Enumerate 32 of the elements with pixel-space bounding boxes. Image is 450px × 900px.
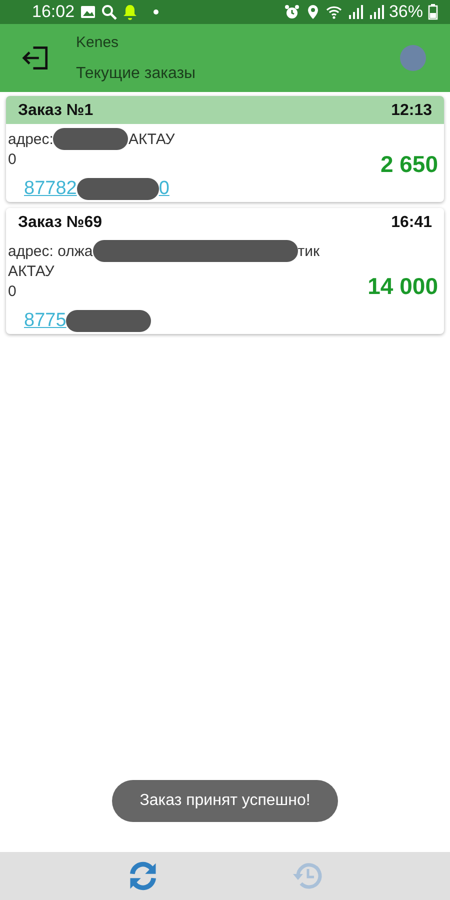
battery-percent: 36% bbox=[388, 2, 423, 22]
phone-link[interactable]: 0 bbox=[158, 178, 170, 200]
toast-message: Заказ принят успешно! bbox=[112, 780, 338, 822]
screen-title: Текущие заказы bbox=[76, 64, 197, 82]
battery-icon bbox=[428, 4, 438, 20]
order-amount: 14 000 bbox=[368, 272, 438, 300]
order-note: 0 bbox=[8, 150, 18, 170]
phone-link[interactable]: 87782 bbox=[24, 178, 77, 200]
wifi-icon bbox=[326, 4, 342, 20]
order-time: 12:13 bbox=[391, 102, 432, 120]
bell-icon bbox=[122, 4, 138, 20]
address-text: адрес: bbox=[8, 130, 54, 148]
dot-icon bbox=[152, 9, 159, 15]
order-title: Заказ №69 bbox=[18, 214, 102, 232]
image-icon bbox=[80, 4, 96, 20]
signal-icon bbox=[346, 4, 363, 20]
address-text: АКТАУ bbox=[8, 262, 56, 282]
phone-link[interactable]: 8775 bbox=[24, 310, 66, 332]
order-card[interactable]: Заказ №1 12:13 адрес: АКТАУ 0 87782 0 2 650 bbox=[6, 96, 444, 202]
address-text: АКТАУ bbox=[128, 130, 175, 148]
order-amount: 2 650 bbox=[380, 150, 438, 178]
status-time: 16:02 bbox=[32, 2, 75, 22]
order-card[interactable]: Заказ №69 16:41 адрес: олжа тик АКТАУ 0 8775 14 000 bbox=[6, 208, 444, 334]
search-icon bbox=[100, 4, 117, 20]
order-time: 16:41 bbox=[391, 214, 432, 232]
order-note: 0 bbox=[8, 282, 18, 302]
order-title: Заказ №1 bbox=[18, 102, 94, 120]
signal-icon bbox=[368, 4, 384, 20]
app-title: Kenes bbox=[76, 34, 120, 50]
address-text: адрес: олжа bbox=[8, 242, 93, 260]
address-text: тик bbox=[298, 242, 320, 260]
alarm-icon bbox=[284, 4, 300, 20]
